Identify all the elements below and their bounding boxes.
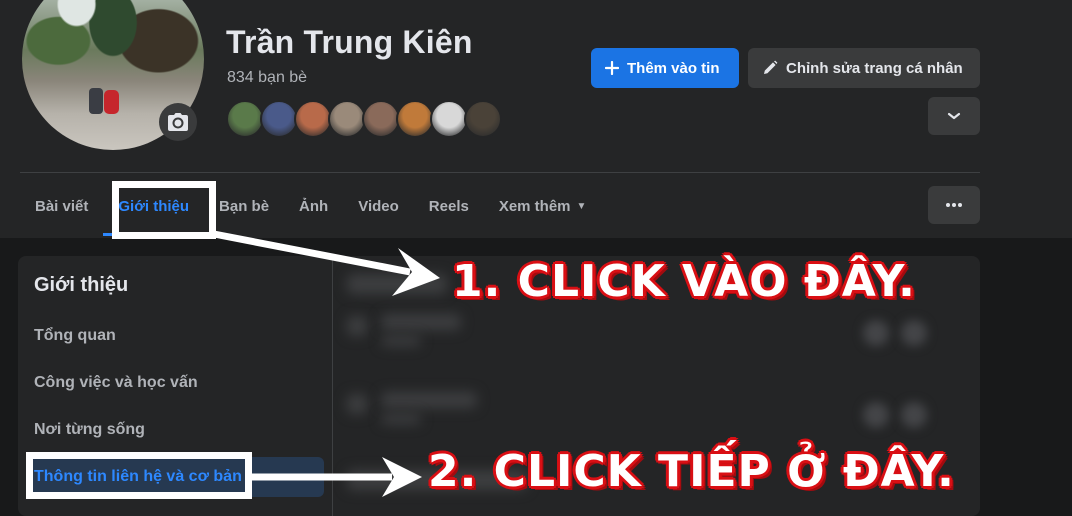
blurred-text — [381, 414, 421, 424]
edit-profile-button[interactable]: Chỉnh sửa trang cá nhân — [748, 48, 980, 88]
ellipsis-icon — [946, 203, 962, 207]
tab-posts[interactable]: Bài viết — [20, 182, 103, 230]
blurred-icon — [901, 320, 927, 346]
tab-label: Ảnh — [299, 197, 329, 215]
blurred-text — [381, 392, 477, 408]
tab-friends[interactable]: Bạn bè — [204, 182, 284, 230]
friend-avatar[interactable] — [328, 100, 366, 138]
add-to-story-button[interactable]: Thêm vào tin — [591, 48, 739, 88]
profile-dropdown-button[interactable] — [928, 97, 980, 135]
photo-person — [89, 88, 103, 114]
blurred-text — [347, 274, 447, 294]
profile-tabs: Bài viết Giới thiệu Bạn bè Ảnh Video Ree… — [20, 182, 602, 236]
friend-avatars — [226, 100, 502, 138]
friend-avatar[interactable] — [294, 100, 332, 138]
chevron-down-icon — [947, 112, 961, 120]
blurred-icon — [863, 402, 889, 428]
plus-icon — [605, 61, 619, 75]
friend-avatar[interactable] — [260, 100, 298, 138]
friend-avatar[interactable] — [430, 100, 468, 138]
about-item-overview[interactable]: Tổng quan — [26, 316, 324, 356]
blurred-icon — [863, 320, 889, 346]
blurred-icon — [901, 402, 927, 428]
friend-avatar[interactable] — [362, 100, 400, 138]
annotation-highlight-item — [26, 452, 252, 499]
blurred-text — [381, 314, 461, 330]
tab-reels[interactable]: Reels — [414, 182, 484, 230]
pencil-icon — [762, 60, 778, 76]
tab-photos[interactable]: Ảnh — [284, 182, 343, 230]
annotation-highlight-tab — [112, 181, 216, 239]
friend-avatar[interactable] — [464, 100, 502, 138]
tab-label: Video — [358, 197, 399, 215]
tab-video[interactable]: Video — [343, 182, 414, 230]
tab-label: Bài viết — [35, 197, 89, 215]
blurred-text — [381, 336, 421, 346]
tab-label: Xem thêm — [498, 197, 571, 215]
tab-more[interactable]: Xem thêm ▼ — [484, 182, 602, 230]
tab-label: Reels — [428, 197, 469, 215]
blurred-icon — [347, 394, 367, 414]
blurred-icon — [347, 316, 367, 336]
friend-count[interactable]: 834 bạn bè — [227, 69, 307, 87]
annotation-step-2: 2. CLICK TIẾP Ở ĐÂY. — [428, 446, 955, 497]
edit-profile-label: Chỉnh sửa trang cá nhân — [786, 59, 963, 77]
caret-down-icon: ▼ — [576, 200, 587, 212]
photo-person — [104, 90, 119, 114]
update-avatar-button[interactable] — [159, 103, 197, 141]
more-options-button[interactable] — [928, 186, 980, 224]
profile-name: Trần Trung Kiên — [226, 24, 473, 60]
about-item-work-education[interactable]: Công việc và học vấn — [26, 363, 324, 403]
header-divider — [20, 172, 980, 173]
tab-label: Bạn bè — [219, 197, 270, 215]
add-to-story-label: Thêm vào tin — [627, 59, 720, 77]
annotation-step-1: 1. CLICK VÀO ĐÂY. — [452, 256, 916, 307]
friend-avatar[interactable] — [396, 100, 434, 138]
camera-icon — [168, 113, 188, 131]
about-item-places-lived[interactable]: Nơi từng sống — [26, 410, 324, 450]
friend-avatar[interactable] — [226, 100, 264, 138]
about-title: Giới thiệu — [34, 274, 129, 296]
